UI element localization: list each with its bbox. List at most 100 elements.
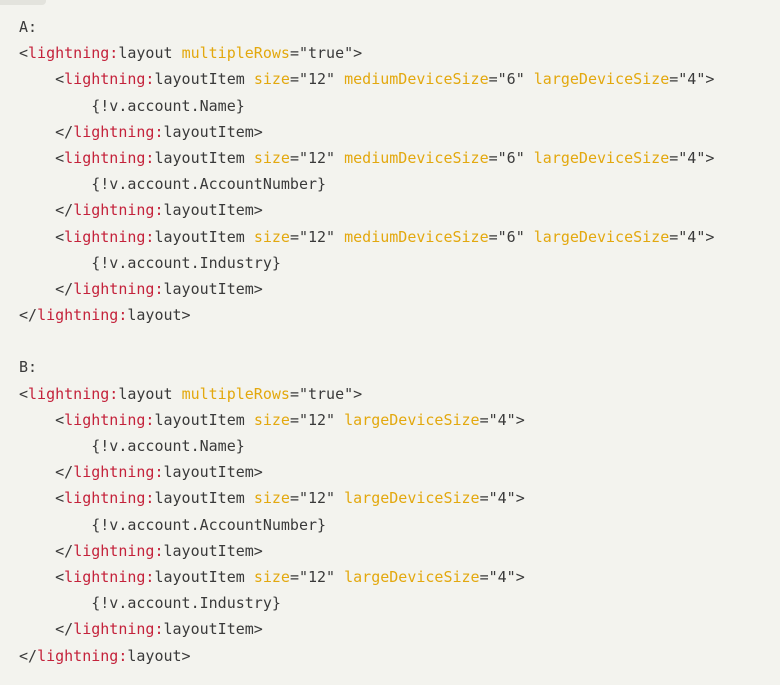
attribute-token: size bbox=[253, 567, 290, 586]
code-token: A: bbox=[19, 18, 38, 36]
code-token: < bbox=[19, 227, 65, 246]
code-token: layoutItem> bbox=[163, 279, 263, 298]
code-token: layout> bbox=[127, 646, 191, 665]
namespace-token: lightning: bbox=[28, 44, 119, 63]
code-line: {!v.account.Industry} bbox=[19, 250, 780, 276]
code-line: </lightning:layoutItem> bbox=[19, 119, 780, 145]
code-lines: A: <lightning:layout multipleRows="true">… bbox=[19, 14, 780, 669]
code-block: A: <lightning:layout multipleRows="true">… bbox=[0, 0, 780, 685]
code-token: ="true"> bbox=[289, 44, 363, 63]
code-token: ="12" bbox=[289, 489, 345, 508]
code-token: ="4"> bbox=[669, 70, 715, 89]
code-token: < bbox=[19, 410, 65, 429]
code-token: ="12" bbox=[289, 148, 345, 167]
code-token: </ bbox=[19, 122, 74, 141]
code-line: <lightning:layoutItem size="12" largeDev… bbox=[19, 564, 780, 590]
attribute-token: largeDeviceSize bbox=[344, 410, 480, 429]
code-token: </ bbox=[19, 620, 74, 639]
code-token: layoutItem> bbox=[163, 620, 263, 639]
attribute-token: multipleRows bbox=[181, 44, 290, 63]
code-token: ="6" bbox=[488, 227, 534, 246]
code-line: <lightning:layoutItem size="12" mediumDe… bbox=[19, 66, 780, 92]
attribute-token: size bbox=[253, 410, 290, 429]
attribute-token: size bbox=[253, 489, 290, 508]
code-token: ="4"> bbox=[669, 227, 715, 246]
code-line: {!v.account.AccountNumber} bbox=[19, 171, 780, 197]
code-token: < bbox=[19, 44, 29, 63]
attribute-token: size bbox=[253, 227, 290, 246]
namespace-token: lightning: bbox=[73, 279, 164, 298]
namespace-token: lightning: bbox=[64, 70, 155, 89]
code-token: {!v.account.Industry} bbox=[19, 594, 281, 613]
code-token: layoutItem> bbox=[163, 541, 263, 560]
code-line: <lightning:layoutItem size="12" largeDev… bbox=[19, 407, 780, 433]
code-line: {!v.account.Name} bbox=[19, 433, 780, 459]
code-token: ="4"> bbox=[479, 410, 525, 429]
code-token: </ bbox=[19, 463, 74, 482]
namespace-token: lightning: bbox=[73, 620, 164, 639]
attribute-token: size bbox=[253, 148, 290, 167]
code-token: < bbox=[19, 70, 65, 89]
namespace-token: lightning: bbox=[64, 489, 155, 508]
code-token: layout> bbox=[127, 306, 191, 325]
code-line: </lightning:layout> bbox=[19, 302, 780, 328]
code-token: {!v.account.AccountNumber} bbox=[19, 175, 327, 194]
code-token: ="true"> bbox=[289, 384, 363, 403]
code-token: ="6" bbox=[488, 148, 534, 167]
code-line: </lightning:layoutItem> bbox=[19, 616, 780, 642]
code-token: < bbox=[19, 489, 65, 508]
code-token: {!v.account.Name} bbox=[19, 96, 245, 115]
code-token: ="12" bbox=[289, 410, 345, 429]
namespace-token: lightning: bbox=[37, 306, 128, 325]
attribute-token: largeDeviceSize bbox=[344, 489, 480, 508]
code-token: ="12" bbox=[289, 70, 345, 89]
code-token: < bbox=[19, 384, 29, 403]
attribute-token: mediumDeviceSize bbox=[344, 227, 489, 246]
code-line: A: bbox=[19, 14, 780, 40]
code-line: </lightning:layoutItem> bbox=[19, 197, 780, 223]
code-line: {!v.account.Name} bbox=[19, 93, 780, 119]
attribute-token: multipleRows bbox=[181, 384, 290, 403]
code-token: ="4"> bbox=[479, 567, 525, 586]
code-token: </ bbox=[19, 279, 74, 298]
code-token: </ bbox=[19, 541, 74, 560]
code-line: <lightning:layoutItem size="12" largeDev… bbox=[19, 485, 780, 511]
namespace-token: lightning: bbox=[37, 646, 128, 665]
code-token: layoutItem bbox=[154, 410, 254, 429]
namespace-token: lightning: bbox=[64, 410, 155, 429]
namespace-token: lightning: bbox=[64, 227, 155, 246]
code-token: layout bbox=[118, 384, 182, 403]
code-token: layoutItem bbox=[154, 148, 254, 167]
code-line: {!v.account.Industry} bbox=[19, 590, 780, 616]
code-token: ="4"> bbox=[669, 148, 715, 167]
code-line: <lightning:layout multipleRows="true"> bbox=[19, 381, 780, 407]
namespace-token: lightning: bbox=[73, 201, 164, 220]
code-token: layoutItem bbox=[154, 227, 254, 246]
code-token: {!v.account.AccountNumber} bbox=[19, 515, 327, 534]
code-token: layout bbox=[118, 44, 182, 63]
code-token: ="6" bbox=[488, 70, 534, 89]
code-line: </lightning:layoutItem> bbox=[19, 276, 780, 302]
code-token: < bbox=[19, 148, 65, 167]
namespace-token: lightning: bbox=[73, 541, 164, 560]
attribute-token: largeDeviceSize bbox=[533, 148, 670, 167]
code-token: ="4"> bbox=[479, 489, 525, 508]
code-token: layoutItem> bbox=[163, 463, 263, 482]
code-token: ="12" bbox=[289, 567, 345, 586]
code-token: B: bbox=[19, 358, 38, 377]
code-line: <lightning:layout multipleRows="true"> bbox=[19, 40, 780, 66]
code-line: <lightning:layoutItem size="12" mediumDe… bbox=[19, 224, 780, 250]
namespace-token: lightning: bbox=[64, 148, 155, 167]
attribute-token: mediumDeviceSize bbox=[344, 148, 489, 167]
code-line: </lightning:layoutItem> bbox=[19, 538, 780, 564]
code-line: <lightning:layoutItem size="12" mediumDe… bbox=[19, 145, 780, 171]
code-token: layoutItem bbox=[154, 567, 254, 586]
code-token: </ bbox=[19, 201, 74, 220]
code-token: layoutItem bbox=[154, 70, 254, 89]
code-token: </ bbox=[19, 306, 38, 325]
code-token: layoutItem bbox=[154, 489, 254, 508]
code-block-tab bbox=[0, 0, 46, 5]
code-token: < bbox=[19, 567, 65, 586]
code-line: B: bbox=[19, 354, 780, 380]
